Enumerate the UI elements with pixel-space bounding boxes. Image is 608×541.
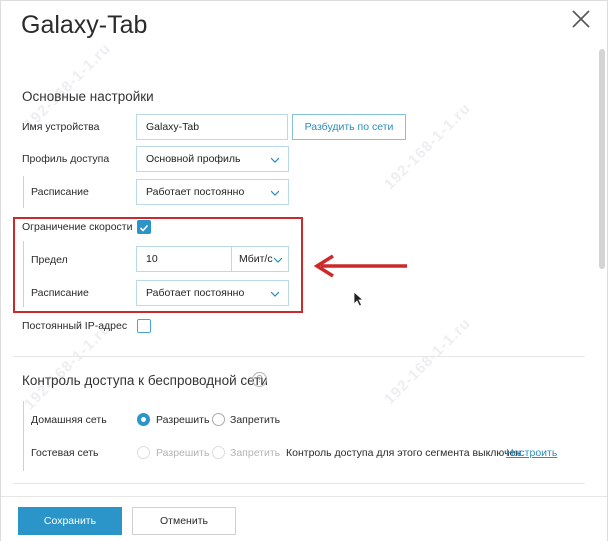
scrollbar[interactable]: [599, 49, 605, 269]
section-divider: [13, 356, 585, 357]
static-ip-checkbox[interactable]: [137, 319, 151, 333]
schedule-value: Работает постоянно: [146, 186, 245, 198]
device-name-label: Имя устройства: [22, 121, 100, 133]
static-ip-label: Постоянный IP-адрес: [22, 320, 128, 332]
watermark-text: 192-168-1-1.ru: [381, 314, 475, 409]
home-network-label: Домашняя сеть: [31, 414, 107, 426]
indent-line: [23, 401, 24, 471]
schedule-select[interactable]: Работает постоянно: [136, 179, 289, 205]
indent-line: [23, 176, 24, 208]
device-settings-dialog: Galaxy-Tab 192-168-1-1.ru 192-168-1-1.ru…: [0, 0, 608, 541]
guest-deny-label: Запретить: [230, 447, 281, 459]
home-deny-label: Запретить: [230, 414, 281, 426]
mouse-cursor-icon: [353, 291, 365, 307]
chevron-down-icon: [274, 257, 282, 263]
limit-schedule-value: Работает постоянно: [146, 287, 245, 299]
chevron-down-icon: [271, 291, 279, 297]
limit-label: Предел: [31, 254, 68, 266]
indent-line: [23, 241, 24, 307]
save-button[interactable]: Сохранить: [18, 507, 122, 535]
home-allow-label: Разрешить: [156, 414, 210, 426]
close-icon[interactable]: [571, 9, 591, 29]
guest-allow-radio: [137, 446, 150, 459]
guest-note: Контроль доступа для этого сегмента выкл…: [286, 447, 525, 459]
guest-deny-radio: [212, 446, 225, 459]
arrow-left-icon: [313, 254, 407, 278]
basic-settings-heading: Основные настройки: [22, 89, 154, 104]
cancel-button[interactable]: Отменить: [132, 507, 236, 535]
access-profile-value: Основной профиль: [146, 153, 241, 165]
help-icon[interactable]: ?: [252, 372, 267, 387]
home-allow-radio[interactable]: [137, 413, 150, 426]
schedule-label: Расписание: [31, 186, 89, 198]
access-profile-label: Профиль доступа: [22, 153, 110, 165]
limit-input[interactable]: 10: [136, 246, 232, 272]
limit-unit-select[interactable]: Мбит/с: [231, 246, 289, 272]
speed-limit-checkbox[interactable]: [137, 220, 151, 234]
limit-unit-value: Мбит/с: [239, 253, 273, 265]
limit-schedule-label: Расписание: [31, 287, 89, 299]
device-name-input[interactable]: Galaxy-Tab: [136, 114, 288, 140]
guest-network-label: Гостевая сеть: [31, 447, 99, 459]
guest-configure-link[interactable]: Настроить: [506, 447, 557, 459]
wireless-access-heading: Контроль доступа к беспроводной сети: [22, 373, 268, 388]
limit-schedule-select[interactable]: Работает постоянно: [136, 280, 289, 306]
dialog-title: Galaxy-Tab: [21, 11, 148, 39]
check-icon: [139, 224, 149, 232]
guest-allow-label: Разрешить: [156, 447, 210, 459]
chevron-down-icon: [271, 190, 279, 196]
home-deny-radio[interactable]: [212, 413, 225, 426]
speed-limit-label: Ограничение скорости: [22, 221, 133, 233]
watermark-text: 192-168-1-1.ru: [21, 39, 115, 134]
chevron-down-icon: [271, 157, 279, 163]
section-divider: [13, 483, 585, 484]
watermark-text: 192-168-1-1.ru: [21, 319, 115, 414]
access-profile-select[interactable]: Основной профиль: [136, 146, 289, 172]
wake-on-lan-button[interactable]: Разбудить по сети: [292, 114, 406, 140]
